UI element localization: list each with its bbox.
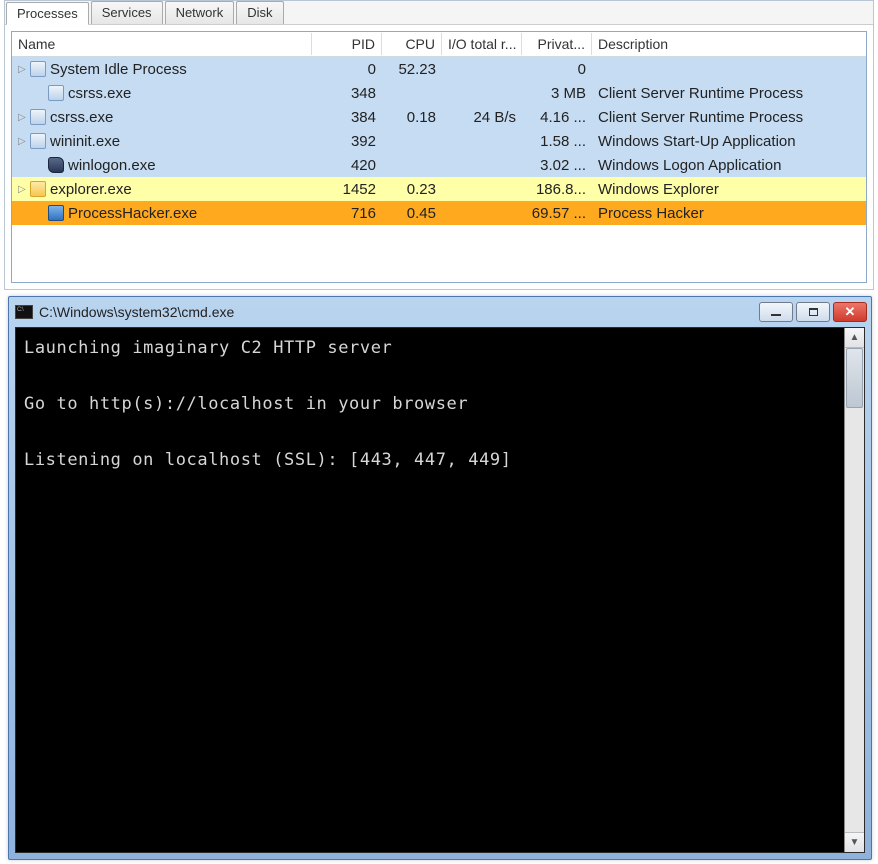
cell-io: [442, 211, 522, 215]
col-header-pid[interactable]: PID: [312, 33, 382, 55]
expander-icon[interactable]: ▷: [18, 112, 28, 123]
table-row[interactable]: ProcessHacker.exe 7160.45 69.57 ...Process…: [12, 201, 866, 225]
col-header-cpu[interactable]: CPU: [382, 33, 442, 55]
cmd-titlebar[interactable]: C:\Windows\system32\cmd.exe ✕: [9, 297, 871, 327]
scroll-down-arrow-icon[interactable]: ▼: [845, 832, 864, 852]
process-icon: [30, 61, 46, 77]
table-row[interactable]: ▷ explorer.exe 14520.23 186.8...Windows Exp…: [12, 177, 866, 201]
process-name: csrss.exe: [50, 109, 113, 126]
col-header-name[interactable]: Name: [12, 33, 312, 55]
col-header-desc[interactable]: Description: [592, 33, 866, 55]
window-controls: ✕: [759, 302, 867, 322]
column-headers: Name PID CPU I/O total r... Privat... De…: [12, 32, 866, 57]
table-row[interactable]: ▷ csrss.exe 3840.1824 B/s4.16 ...Client Se…: [12, 105, 866, 129]
cmd-title: C:\Windows\system32\cmd.exe: [39, 304, 759, 320]
cmd-window: C:\Windows\system32\cmd.exe ✕ Launching …: [8, 296, 872, 860]
expander-icon[interactable]: ▷: [18, 64, 28, 75]
cell-cpu: [382, 163, 442, 167]
close-button[interactable]: ✕: [833, 302, 867, 322]
cmd-scrollbar[interactable]: ▲ ▼: [844, 328, 864, 852]
cell-desc: Windows Logon Application: [592, 155, 866, 176]
maximize-button[interactable]: [796, 302, 830, 322]
cell-private: 3 MB: [522, 83, 592, 104]
expander-icon[interactable]: ▷: [18, 136, 28, 147]
process-icon: [30, 181, 46, 197]
cell-desc: [592, 67, 866, 71]
process-icon: [48, 205, 64, 221]
cell-io: [442, 91, 522, 95]
process-name: csrss.exe: [68, 85, 131, 102]
cell-cpu: [382, 91, 442, 95]
cell-cpu: [382, 139, 442, 143]
cell-pid: 1452: [312, 179, 382, 200]
tab-services[interactable]: Services: [91, 1, 163, 24]
cell-pid: 384: [312, 107, 382, 128]
cell-private: 0: [522, 59, 592, 80]
cell-cpu: 52.23: [382, 59, 442, 80]
minimize-button[interactable]: [759, 302, 793, 322]
cell-desc: Client Server Runtime Process: [592, 107, 866, 128]
cell-pid: 348: [312, 83, 382, 104]
scroll-thumb[interactable]: [846, 348, 863, 408]
cell-pid: 0: [312, 59, 382, 80]
tab-network[interactable]: Network: [165, 1, 235, 24]
cell-private: 3.02 ...: [522, 155, 592, 176]
process-icon: [30, 109, 46, 125]
cell-pid: 420: [312, 155, 382, 176]
cell-cpu: 0.23: [382, 179, 442, 200]
process-name: winlogon.exe: [68, 157, 156, 174]
cmd-icon: [15, 305, 33, 319]
tab-processes[interactable]: Processes: [6, 2, 89, 25]
cell-io: [442, 67, 522, 71]
process-name: System Idle Process: [50, 61, 187, 78]
cell-cpu: 0.45: [382, 203, 442, 224]
table-row[interactable]: winlogon.exe 420 3.02 ...Windows Logon App…: [12, 153, 866, 177]
expander-icon[interactable]: ▷: [18, 184, 28, 195]
tab-bar: Processes Services Network Disk: [5, 1, 873, 25]
col-header-private[interactable]: Privat...: [522, 33, 592, 55]
process-hacker-window: Processes Services Network Disk Name PID…: [4, 0, 874, 290]
cell-private: 1.58 ...: [522, 131, 592, 152]
process-icon: [48, 85, 64, 101]
cell-private: 4.16 ...: [522, 107, 592, 128]
process-icon: [48, 157, 64, 173]
cell-io: [442, 187, 522, 191]
process-name: wininit.exe: [50, 133, 120, 150]
table-row[interactable]: ▷System Idle Process052.230: [12, 57, 866, 81]
cell-io: [442, 163, 522, 167]
cell-pid: 716: [312, 203, 382, 224]
process-name: explorer.exe: [50, 181, 132, 198]
process-icon: [30, 133, 46, 149]
cell-cpu: 0.18: [382, 107, 442, 128]
table-row[interactable]: csrss.exe 348 3 MBClient Server Runtime Pr…: [12, 81, 866, 105]
cell-desc: Windows Explorer: [592, 179, 866, 200]
scroll-up-arrow-icon[interactable]: ▲: [845, 328, 864, 348]
cell-private: 186.8...: [522, 179, 592, 200]
tab-disk[interactable]: Disk: [236, 1, 283, 24]
scroll-track[interactable]: [845, 348, 864, 832]
cell-io: 24 B/s: [442, 107, 522, 128]
cell-private: 69.57 ...: [522, 203, 592, 224]
cmd-output[interactable]: Launching imaginary C2 HTTP server Go to…: [16, 328, 844, 852]
col-header-io[interactable]: I/O total r...: [442, 33, 522, 55]
cell-desc: Client Server Runtime Process: [592, 83, 866, 104]
process-name: ProcessHacker.exe: [68, 205, 197, 222]
table-row[interactable]: ▷ wininit.exe 392 1.58 ...Windows Start-Up …: [12, 129, 866, 153]
cmd-body: Launching imaginary C2 HTTP server Go to…: [15, 327, 865, 853]
cell-pid: 392: [312, 131, 382, 152]
cell-desc: Windows Start-Up Application: [592, 131, 866, 152]
cell-desc: Process Hacker: [592, 203, 866, 224]
cell-io: [442, 139, 522, 143]
process-list: Name PID CPU I/O total r... Privat... De…: [11, 31, 867, 283]
